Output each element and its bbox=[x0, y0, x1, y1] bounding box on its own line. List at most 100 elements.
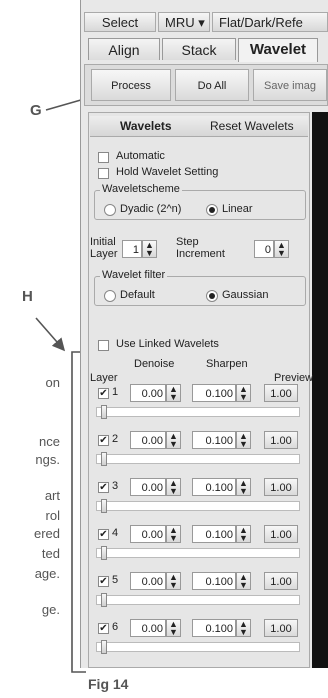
denoise-spinner[interactable]: ▲ ▼ bbox=[166, 478, 181, 496]
column-sharpen: Sharpen bbox=[206, 358, 248, 370]
linear-radio[interactable] bbox=[206, 204, 218, 216]
sharpen-spinner[interactable]: ▲ ▼ bbox=[236, 572, 251, 590]
sharpen-input[interactable]: 0.100 bbox=[192, 431, 236, 449]
process-button[interactable]: Process bbox=[91, 69, 171, 101]
slider-thumb[interactable] bbox=[101, 640, 107, 654]
hold-setting-label: Hold Wavelet Setting bbox=[116, 166, 219, 178]
layer-number: 4 bbox=[112, 527, 119, 539]
dyadic-label: Dyadic (2^n) bbox=[120, 203, 182, 215]
automatic-checkbox[interactable] bbox=[98, 152, 109, 163]
layer-slider[interactable] bbox=[96, 546, 300, 560]
initial-layer-spinner[interactable]: ▲ ▼ bbox=[142, 240, 157, 258]
layer-enable-checkbox[interactable]: ✔ bbox=[98, 529, 109, 540]
layer-enable-checkbox[interactable]: ✔ bbox=[98, 576, 109, 587]
slider-thumb[interactable] bbox=[101, 546, 107, 560]
wavelet-filter-label: Wavelet filter bbox=[100, 269, 168, 281]
tab-align[interactable]: Align bbox=[88, 38, 160, 60]
denoise-spinner[interactable]: ▲ ▼ bbox=[166, 619, 181, 637]
preview-button[interactable]: 1.00 bbox=[264, 619, 298, 637]
sharpen-spinner[interactable]: ▲ ▼ bbox=[236, 431, 251, 449]
layer-slider[interactable] bbox=[96, 640, 300, 654]
linear-label: Linear bbox=[222, 203, 253, 215]
sharpen-input[interactable]: 0.100 bbox=[192, 525, 236, 543]
layer-number: 2 bbox=[112, 433, 119, 445]
layer-number: 5 bbox=[112, 574, 119, 586]
do-all-button[interactable]: Do All bbox=[175, 69, 249, 101]
reset-wavelets-button[interactable]: Reset Wavelets bbox=[210, 116, 294, 136]
slider-thumb[interactable] bbox=[101, 452, 107, 466]
image-preview-area bbox=[312, 112, 328, 668]
denoise-input[interactable]: 0.00 bbox=[130, 478, 166, 496]
column-preview: Preview bbox=[274, 372, 314, 384]
default-filter-label: Default bbox=[120, 289, 155, 301]
denoise-input[interactable]: 0.00 bbox=[130, 525, 166, 543]
preview-button[interactable]: 1.00 bbox=[264, 525, 298, 543]
use-linked-wavelets-checkbox[interactable] bbox=[98, 340, 109, 351]
callout-h: H bbox=[22, 288, 33, 305]
default-filter-radio[interactable] bbox=[104, 290, 116, 302]
panel-title: Wavelets bbox=[120, 119, 172, 133]
denoise-spinner[interactable]: ▲ ▼ bbox=[166, 384, 181, 402]
step-increment-input[interactable]: 0 bbox=[254, 240, 274, 258]
layer-slider[interactable] bbox=[96, 593, 300, 607]
denoise-spinner[interactable]: ▲ ▼ bbox=[166, 572, 181, 590]
sharpen-spinner[interactable]: ▲ ▼ bbox=[236, 384, 251, 402]
margin-text: rol bbox=[45, 508, 60, 523]
slider-thumb[interactable] bbox=[101, 405, 107, 419]
margin-text: ted bbox=[41, 546, 60, 561]
margin-text: art bbox=[44, 488, 60, 503]
layer-enable-checkbox[interactable]: ✔ bbox=[98, 482, 109, 493]
slider-thumb[interactable] bbox=[101, 593, 107, 607]
denoise-spinner[interactable]: ▲ ▼ bbox=[166, 525, 181, 543]
sharpen-input[interactable]: 0.100 bbox=[192, 478, 236, 496]
layer-number: 3 bbox=[112, 480, 119, 492]
margin-text: on bbox=[45, 375, 60, 390]
layer-slider[interactable] bbox=[96, 405, 300, 419]
margin-text: nce bbox=[39, 434, 60, 449]
layer-enable-checkbox[interactable]: ✔ bbox=[98, 435, 109, 446]
preview-button[interactable]: 1.00 bbox=[264, 572, 298, 590]
denoise-spinner[interactable]: ▲ ▼ bbox=[166, 431, 181, 449]
tab-stack[interactable]: Stack bbox=[162, 38, 236, 60]
column-denoise: Denoise bbox=[134, 358, 175, 370]
initial-layer-label: Initial Layer bbox=[90, 236, 118, 260]
preview-button[interactable]: 1.00 bbox=[264, 384, 298, 402]
step-increment-spinner[interactable]: ▲ ▼ bbox=[274, 240, 289, 258]
tab-bar: Align Stack Wavelet bbox=[84, 38, 328, 62]
layer-enable-checkbox[interactable]: ✔ bbox=[98, 623, 109, 634]
margin-text: ngs. bbox=[35, 452, 60, 467]
gaussian-filter-radio[interactable] bbox=[206, 290, 218, 302]
step-increment-label: Step Increment bbox=[176, 236, 225, 260]
gaussian-filter-label: Gaussian bbox=[222, 289, 269, 301]
flat-dark-ref-button[interactable]: Flat/Dark/Refe bbox=[212, 12, 328, 32]
sharpen-input[interactable]: 0.100 bbox=[192, 572, 236, 590]
sharpen-spinner[interactable]: ▲ ▼ bbox=[236, 619, 251, 637]
denoise-input[interactable]: 0.00 bbox=[130, 431, 166, 449]
slider-thumb[interactable] bbox=[101, 499, 107, 513]
layer-number: 6 bbox=[112, 621, 119, 633]
sharpen-input[interactable]: 0.100 bbox=[192, 384, 236, 402]
select-button[interactable]: Select bbox=[84, 12, 156, 32]
preview-button[interactable]: 1.00 bbox=[264, 431, 298, 449]
layer-number: 1 bbox=[112, 386, 119, 398]
layer-enable-checkbox[interactable]: ✔ bbox=[98, 388, 109, 399]
save-image-button[interactable]: Save imag bbox=[253, 69, 327, 101]
callout-g: G bbox=[30, 102, 42, 119]
layer-slider[interactable] bbox=[96, 499, 300, 513]
denoise-input[interactable]: 0.00 bbox=[130, 572, 166, 590]
mru-menu[interactable]: MRU ▾ bbox=[158, 12, 210, 32]
tab-wavelet[interactable]: Wavelet bbox=[238, 38, 318, 62]
dyadic-radio[interactable] bbox=[104, 204, 116, 216]
preview-button[interactable]: 1.00 bbox=[264, 478, 298, 496]
sharpen-spinner[interactable]: ▲ ▼ bbox=[236, 478, 251, 496]
panel-header: Wavelets Reset Wavelets bbox=[90, 116, 308, 137]
sharpen-spinner[interactable]: ▲ ▼ bbox=[236, 525, 251, 543]
initial-layer-input[interactable]: 1 bbox=[122, 240, 142, 258]
hold-setting-checkbox[interactable] bbox=[98, 168, 109, 179]
sharpen-input[interactable]: 0.100 bbox=[192, 619, 236, 637]
denoise-input[interactable]: 0.00 bbox=[130, 384, 166, 402]
callout-h-arrow bbox=[35, 317, 66, 352]
layer-slider[interactable] bbox=[96, 452, 300, 466]
denoise-input[interactable]: 0.00 bbox=[130, 619, 166, 637]
use-linked-wavelets-label: Use Linked Wavelets bbox=[116, 338, 219, 350]
